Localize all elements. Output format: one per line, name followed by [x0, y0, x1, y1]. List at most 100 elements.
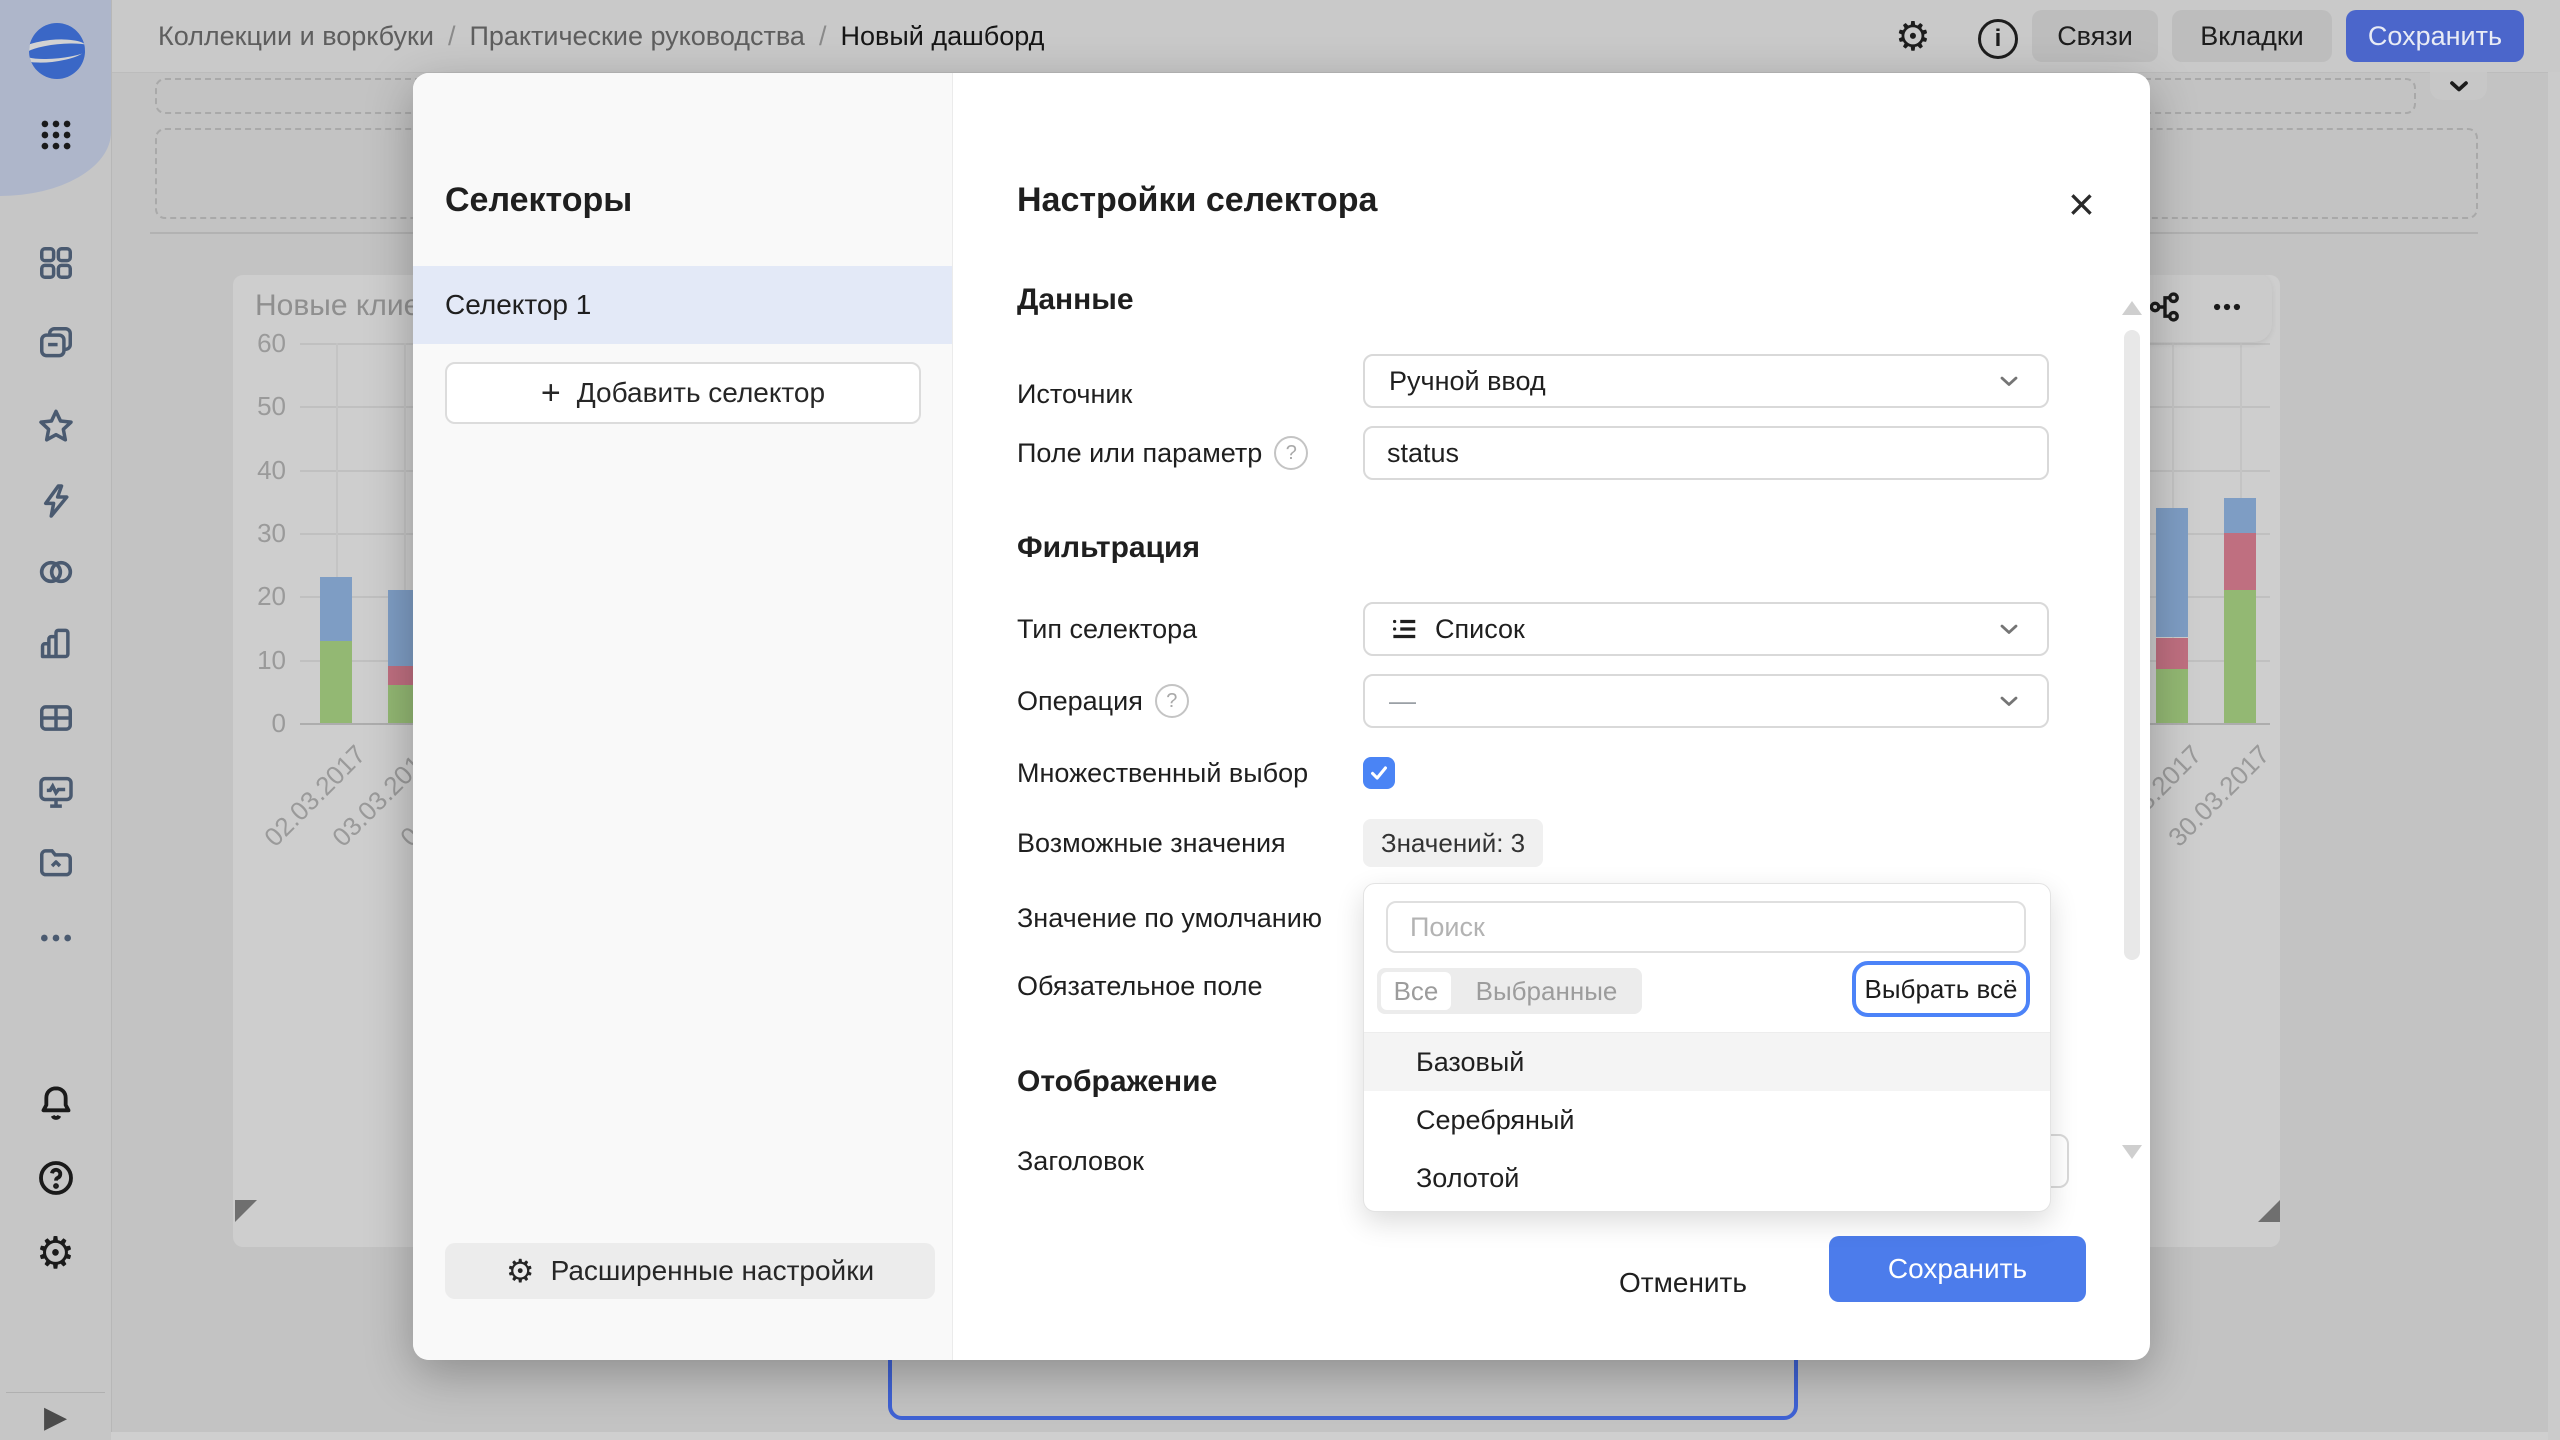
breadcrumb-separator: /	[448, 21, 456, 52]
cancel-button[interactable]: Отменить	[1603, 1253, 1763, 1313]
title-field-label: Заголовок	[1017, 1134, 1144, 1188]
breadcrumb-collections[interactable]: Коллекции и воркбуки	[158, 21, 434, 52]
more-ellipsis-icon[interactable]	[0, 918, 111, 958]
selectors-panel-title: Селекторы	[445, 181, 632, 220]
scrollbar-thumb[interactable]	[2124, 330, 2140, 960]
dashboard-settings-gear-icon[interactable]: ⚙	[1895, 17, 1931, 57]
advanced-settings-label: Расширенные настройки	[551, 1255, 875, 1287]
notifications-bell-icon[interactable]	[0, 1083, 111, 1123]
connections-icon[interactable]	[0, 552, 111, 592]
field-or-param-input[interactable]	[1363, 426, 2049, 480]
popup-search-input[interactable]	[1386, 901, 2026, 953]
selector-list-item[interactable]: Селектор 1	[413, 266, 952, 344]
scroll-up-icon[interactable]	[2122, 301, 2142, 315]
section-display: Отображение	[1017, 1065, 1217, 1099]
datalens-logo[interactable]	[29, 23, 85, 79]
help-icon[interactable]	[0, 1158, 111, 1198]
dashboards-monitor-icon[interactable]	[0, 772, 111, 812]
multi-choice-checkbox[interactable]	[1363, 757, 1395, 789]
possible-values-label: Возможные значения	[1017, 819, 1286, 867]
widgets-icon[interactable]	[0, 244, 111, 282]
plus-icon: +	[541, 376, 561, 410]
page-right-strip	[2548, 72, 2560, 1440]
default-value-label: Значение по умолчанию	[1017, 891, 1322, 945]
gear-icon: ⚙	[506, 1255, 535, 1287]
popup-item-serebryanyi[interactable]: Серебряный	[1364, 1091, 2050, 1149]
y-axis-tick: 50	[233, 391, 286, 422]
breadcrumb-separator: /	[819, 21, 827, 52]
apps-grid-icon[interactable]	[0, 116, 111, 154]
bar-segment-green	[320, 641, 352, 723]
chevron-down-icon	[2445, 72, 2473, 100]
y-axis-tick: 60	[233, 328, 286, 359]
source-select[interactable]: Ручной ввод	[1363, 354, 2049, 408]
datalens-dashboard-editor: Коллекции и воркбуки / Практические руко…	[0, 0, 2560, 1440]
source-label: Источник	[1017, 367, 1132, 421]
scroll-down-icon[interactable]	[2122, 1145, 2142, 1159]
breadcrumb-current-dashboard: Новый дашборд	[840, 21, 1044, 52]
field-or-param-label: Поле или параметр ?	[1017, 426, 1308, 480]
y-axis-tick: 20	[233, 581, 286, 612]
selector-type-select[interactable]: Список	[1363, 602, 2049, 656]
chevron-down-icon	[1995, 367, 2023, 395]
selector-type-value: Список	[1435, 614, 1525, 645]
section-filtering: Фильтрация	[1017, 531, 1200, 565]
tabs-button[interactable]: Вкладки	[2172, 10, 2332, 62]
quick-actions-bolt-icon[interactable]	[0, 482, 111, 520]
bar-segment-blue	[2224, 498, 2256, 533]
charts-icon[interactable]	[0, 624, 111, 662]
operation-value: —	[1389, 686, 1416, 717]
operation-select[interactable]: —	[1363, 674, 2049, 728]
selector-item-label: Селектор 1	[445, 289, 591, 321]
breadcrumb: Коллекции и воркбуки / Практические руко…	[158, 0, 1044, 72]
check-icon	[1368, 762, 1390, 784]
popup-item-zolotoi[interactable]: Золотой	[1364, 1149, 2050, 1207]
widget-links-icon[interactable]	[2148, 290, 2182, 324]
widget-more-icon[interactable]	[2210, 290, 2244, 324]
y-axis-tick: 40	[233, 455, 286, 486]
collapse-panel-button[interactable]	[2430, 72, 2487, 100]
storage-folder-icon[interactable]	[0, 843, 111, 881]
sidebar-divider	[6, 1392, 105, 1393]
y-axis-tick: 0	[233, 708, 286, 739]
bar-segment-green	[2224, 590, 2256, 723]
bar-segment-red	[2224, 533, 2256, 590]
chevron-down-icon	[1995, 687, 2023, 715]
links-button[interactable]: Связи	[2032, 10, 2158, 62]
select-all-button[interactable]: Выбрать всё	[1852, 961, 2030, 1017]
popup-item-bazovyi[interactable]: Базовый	[1364, 1033, 2050, 1091]
required-field-label: Обязательное поле	[1017, 959, 1263, 1013]
favorites-star-icon[interactable]	[0, 406, 111, 446]
help-question-icon[interactable]: ?	[1274, 436, 1308, 470]
breadcrumb-workbook[interactable]: Практические руководства	[469, 21, 804, 52]
multi-choice-label: Множественный выбор	[1017, 757, 1308, 789]
expand-arrow-icon[interactable]: ▶	[0, 1400, 111, 1435]
widget-resize-handle[interactable]	[2258, 1200, 2280, 1222]
popup-filter-tabs: Все Выбранные	[1377, 968, 1642, 1014]
datasets-table-icon[interactable]	[0, 699, 111, 737]
widget-resize-handle[interactable]	[235, 1200, 257, 1222]
advanced-settings-button[interactable]: ⚙ Расширенные настройки	[445, 1243, 935, 1299]
help-question-icon[interactable]: ?	[1155, 684, 1189, 718]
info-icon[interactable]: i	[1978, 19, 2018, 59]
y-axis-tick: 10	[233, 645, 286, 676]
collections-icon[interactable]	[0, 324, 111, 362]
section-data: Данные	[1017, 283, 1134, 317]
close-icon[interactable]: ×	[2068, 181, 2095, 227]
possible-values-chip[interactable]: Значений: 3	[1363, 819, 1543, 867]
tab-all[interactable]: Все	[1381, 972, 1451, 1010]
selectors-dialog: Селекторы Селектор 1 + Добавить селектор…	[413, 73, 2150, 1360]
settings-gear-icon[interactable]: ⚙	[0, 1232, 111, 1276]
bar-segment-red	[2156, 638, 2188, 670]
operation-label: Операция ?	[1017, 674, 1189, 728]
bar-segment-blue	[2156, 508, 2188, 638]
settings-title: Настройки селектора	[1017, 181, 1377, 220]
source-value: Ручной ввод	[1389, 366, 1546, 397]
add-selector-button[interactable]: + Добавить селектор	[445, 362, 921, 424]
page-bottom-strip	[111, 1432, 2560, 1440]
y-axis-tick: 30	[233, 518, 286, 549]
tab-selected[interactable]: Выбранные	[1451, 976, 1642, 1007]
default-value-dropdown: Все Выбранные Выбрать всё Базовый Серебр…	[1363, 883, 2051, 1212]
save-dashboard-button[interactable]: Сохранить	[2346, 10, 2524, 62]
save-selector-button[interactable]: Сохранить	[1829, 1236, 2086, 1302]
